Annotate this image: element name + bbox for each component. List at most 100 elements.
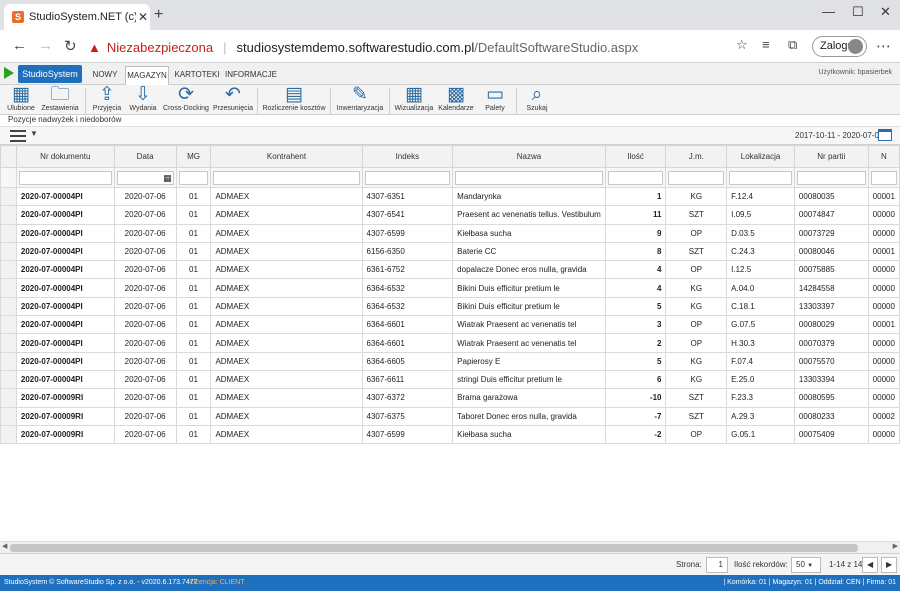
column-header[interactable]: Nr partii: [793, 145, 869, 168]
table-row[interactable]: 2020-07-00004PI 2020-07-06 01 ADMAEX 6364-65…: [0, 296, 900, 317]
column-header[interactable]: Data: [113, 145, 177, 168]
table-row[interactable]: 2020-07-00009RI 2020-07-06 01 ADMAEX 4307-63…: [0, 406, 900, 426]
column-header[interactable]: J.m.: [665, 145, 728, 168]
row-selector[interactable]: [0, 388, 17, 408]
table-row[interactable]: 2020-07-00004PI 2020-07-06 01 ADMAEX 4307-65…: [0, 223, 900, 243]
row-selector[interactable]: [0, 315, 17, 335]
table-row[interactable]: 2020-07-00004PI 2020-07-06 01 ADMAEX 6364-65…: [0, 278, 900, 298]
more-options-icon[interactable]: ⋯: [876, 37, 891, 55]
filter-input[interactable]: [364, 170, 451, 185]
row-selector[interactable]: [0, 424, 17, 445]
column-header[interactable]: MG: [175, 145, 212, 168]
row-selector[interactable]: [0, 351, 17, 371]
ribbon-przyjecia[interactable]: ⇪ Przyjęcia: [90, 85, 124, 115]
maximize-icon[interactable]: ☐: [852, 4, 864, 20]
table-cell: A.04.0: [726, 278, 795, 298]
chevron-down-icon[interactable]: ▼: [30, 129, 38, 138]
close-window-icon[interactable]: ✕: [880, 4, 891, 20]
hamburger-menu-icon[interactable]: [10, 130, 26, 142]
table-row[interactable]: 2020-07-00004PI 2020-07-06 01 ADMAEX 4307-63…: [0, 186, 900, 207]
column-header[interactable]: Kontrahent: [210, 145, 363, 168]
back-icon[interactable]: ←: [12, 37, 27, 54]
filter-date-input[interactable]: ▦: [116, 170, 174, 185]
filter-input[interactable]: [607, 170, 664, 185]
filter-input[interactable]: [668, 170, 725, 185]
tab-kartoteki[interactable]: KARTOTEKI: [174, 66, 220, 85]
row-selector[interactable]: [0, 186, 17, 207]
table-row[interactable]: 2020-07-00004PI 2020-07-06 01 ADMAEX 4307-65…: [0, 205, 900, 225]
minimize-icon[interactable]: —: [822, 4, 835, 19]
browser-tab[interactable]: S StudioSystem.NET (c) SoftwareSt ✕: [4, 4, 150, 30]
login-button[interactable]: Zaloguj: [812, 36, 867, 57]
row-selector[interactable]: [0, 223, 17, 243]
ribbon-rozliczenie-kosztow[interactable]: ▤ Rozliczenie kosztów: [262, 85, 326, 115]
table-row[interactable]: 2020-07-00009RI 2020-07-06 01 ADMAEX 4307-63…: [0, 388, 900, 408]
scroll-right-icon[interactable]: ▶: [893, 542, 898, 550]
table-row[interactable]: 2020-07-00004PI 2020-07-06 01 ADMAEX 6367-66…: [0, 369, 900, 390]
column-header[interactable]: Nazwa: [452, 145, 606, 168]
table-row[interactable]: 2020-07-00009RI 2020-07-06 01 ADMAEX 4307-65…: [0, 424, 900, 445]
filter-input[interactable]: [18, 170, 112, 185]
tab-nowy[interactable]: NOWY: [88, 66, 122, 85]
studiosystem-button[interactable]: StudioSystem: [18, 65, 82, 83]
collections-icon[interactable]: ⧉: [788, 37, 797, 53]
table-row[interactable]: 2020-07-00004PI 2020-07-06 01 ADMAEX 6364-66…: [0, 333, 900, 353]
tab-magazyn[interactable]: MAGAZYN: [125, 66, 169, 85]
scroll-left-icon[interactable]: ◀: [2, 542, 7, 550]
filter-input[interactable]: [178, 170, 209, 185]
records-select[interactable]: 50 ▼: [791, 557, 821, 573]
ribbon-szukaj[interactable]: ⌕ Szukaj: [522, 85, 552, 115]
row-selector[interactable]: [0, 369, 17, 390]
page-input[interactable]: 1: [706, 557, 728, 573]
horizontal-scrollbar[interactable]: ◀ ▶: [0, 541, 900, 553]
favorite-star-icon[interactable]: ☆: [736, 37, 748, 53]
favorites-list-icon[interactable]: ≡: [762, 37, 770, 52]
scrollbar-thumb[interactable]: [10, 544, 858, 552]
reload-icon[interactable]: ↻: [64, 37, 77, 55]
table-cell: F.07.4: [726, 351, 795, 371]
filter-input[interactable]: [213, 170, 360, 185]
filter-input[interactable]: [796, 170, 866, 185]
table-row[interactable]: 2020-07-00004PI 2020-07-06 01 ADMAEX 6361-67…: [0, 260, 900, 280]
column-header[interactable]: Lokalizacja: [726, 145, 795, 168]
filter-input[interactable]: [870, 170, 897, 185]
table-cell: 4307-6599: [361, 223, 454, 243]
prev-page-button[interactable]: ◀: [862, 557, 878, 573]
column-header[interactable]: Ilość: [604, 145, 667, 168]
close-tab-icon[interactable]: ✕: [136, 10, 150, 24]
ribbon-palety[interactable]: ▭ Palety: [478, 85, 512, 115]
forward-icon[interactable]: →: [38, 37, 53, 54]
play-icon[interactable]: [4, 67, 14, 79]
calendar-icon[interactable]: ▦: [163, 172, 172, 184]
row-selector[interactable]: [0, 241, 17, 262]
table-row[interactable]: 2020-07-00004PI 2020-07-06 01 ADMAEX 6364-66…: [0, 351, 900, 371]
row-selector[interactable]: [0, 406, 17, 426]
column-header[interactable]: N: [867, 145, 900, 168]
table-cell: 5: [604, 351, 667, 371]
column-header[interactable]: Indeks: [361, 145, 454, 168]
tab-informacje[interactable]: INFORMACJE: [225, 66, 277, 85]
row-selector[interactable]: [0, 296, 17, 317]
next-page-button[interactable]: ▶: [881, 557, 897, 573]
ribbon-zestawienia[interactable]: 🗀 Zestawienia: [40, 85, 80, 115]
table-row[interactable]: 2020-07-00004PI 2020-07-06 01 ADMAEX 6364-66…: [0, 315, 900, 335]
row-selector[interactable]: [0, 205, 17, 225]
filter-input[interactable]: [729, 170, 792, 185]
column-header[interactable]: Nr dokumentu: [15, 145, 115, 168]
ribbon-ulubione[interactable]: ▦ Ulubione: [4, 85, 38, 115]
filter-input[interactable]: [455, 170, 603, 185]
table-cell: 01: [175, 315, 212, 335]
ribbon-inwentaryzacja[interactable]: ✎ Inwentaryzacja: [336, 85, 384, 115]
ribbon-wydania[interactable]: ⇩ Wydania: [126, 85, 160, 115]
new-tab-icon[interactable]: +: [154, 6, 163, 24]
url-field[interactable]: ▲ Niezabezpieczona | studiosystemdemo.so…: [88, 35, 728, 59]
row-selector[interactable]: [0, 278, 17, 298]
ribbon-wizualizacja[interactable]: ▦ Wizualizacja: [394, 85, 434, 115]
row-selector[interactable]: [0, 260, 17, 280]
ribbon-kalendarze[interactable]: ▩ Kalendarze: [438, 85, 474, 115]
row-selector[interactable]: [0, 333, 17, 353]
table-row[interactable]: 2020-07-00004PI 2020-07-06 01 ADMAEX 6156-63…: [0, 241, 900, 262]
ribbon-przesuniecia[interactable]: ↶ Przesunięcia: [212, 85, 254, 115]
ribbon-cross-docking[interactable]: ⟳ Cross-Docking: [162, 85, 210, 115]
calendar-icon[interactable]: [878, 129, 892, 141]
